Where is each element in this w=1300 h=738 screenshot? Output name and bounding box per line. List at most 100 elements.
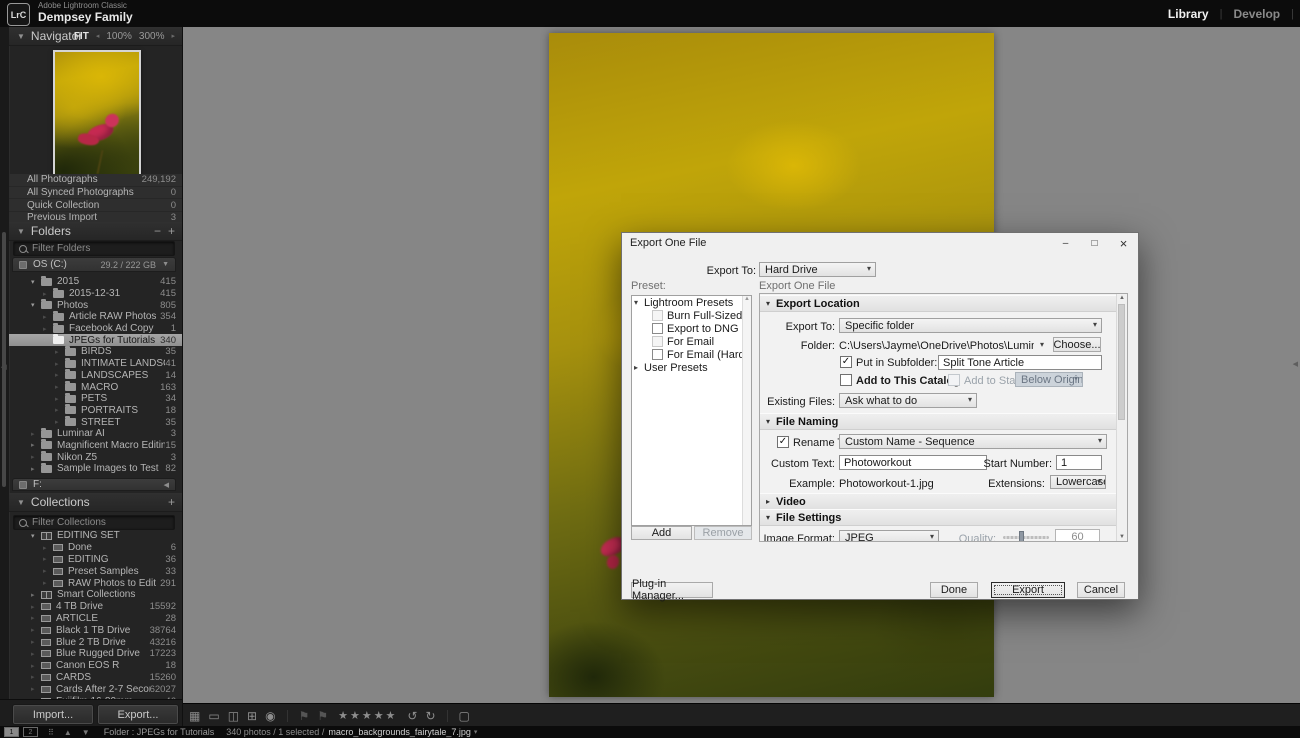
flag-pick-icon[interactable]: ⚑ xyxy=(299,710,310,722)
location-export-to-dropdown[interactable]: Specific folder ▾ xyxy=(839,318,1102,333)
zoom-300-button[interactable]: 300% xyxy=(139,31,165,42)
add-folder-icon[interactable]: + xyxy=(168,226,175,236)
folder-row[interactable]: INTIMATE LANDSCAPES41 xyxy=(9,358,182,370)
main-window-icon[interactable]: 1 xyxy=(4,727,19,737)
expand-closed-icon[interactable] xyxy=(31,465,41,473)
custom-text-input[interactable]: Photoworkout xyxy=(839,455,987,470)
preset-group-user-presets[interactable]: ▸User Presets xyxy=(632,361,751,374)
folder-row[interactable]: PORTRAITS18 xyxy=(9,405,182,417)
section-file-naming[interactable]: ▾ File Naming xyxy=(760,413,1117,430)
collection-row[interactable]: Cards After 2-7 Second Copy62027 xyxy=(9,683,182,695)
flag-reject-icon[interactable]: ⚑ xyxy=(317,710,328,722)
volume-expand-icon[interactable]: ◀ xyxy=(164,481,169,489)
volume-bar-c[interactable]: OS (C:) 29.2 / 222 GB ▼ xyxy=(12,257,176,272)
maximize-button[interactable]: □ xyxy=(1080,233,1109,253)
collection-row[interactable]: CARDS15260 xyxy=(9,672,182,684)
quality-slider-thumb[interactable] xyxy=(1019,531,1024,542)
preset-checkbox[interactable] xyxy=(652,310,663,321)
navigator-header[interactable]: ▼ Navigator FIT ◂ 100% 300% ▸ xyxy=(9,27,182,46)
rename-to-checkbox[interactable] xyxy=(777,436,789,448)
section-file-settings[interactable]: ▾ File Settings xyxy=(760,509,1117,526)
chevron-down-icon[interactable]: ▾ xyxy=(474,728,478,736)
collection-row[interactable]: ARTICLE28 xyxy=(9,613,182,625)
collection-row[interactable]: 4 TB Drive15592 xyxy=(9,601,182,613)
settings-scrollbar[interactable]: ▲ ▼ xyxy=(1116,294,1127,541)
folder-row[interactable]: Sample Images to Test82 xyxy=(9,463,182,475)
extensions-dropdown[interactable]: Lowercase ▾ xyxy=(1050,475,1106,489)
quality-input[interactable]: 60 xyxy=(1055,529,1100,542)
scroll-down-icon[interactable]: ▼ xyxy=(1117,534,1127,540)
collection-row[interactable]: Smart Collections xyxy=(9,589,182,601)
export-to-dropdown[interactable]: Hard Drive ▾ xyxy=(759,262,876,277)
collection-row[interactable]: EDITING SET xyxy=(9,530,182,542)
close-button[interactable]: × xyxy=(1109,233,1138,253)
preset-item[interactable]: Export to DNG xyxy=(632,322,751,335)
section-collapse-icon[interactable]: ▾ xyxy=(766,299,776,308)
choose-folder-button[interactable]: Choose... xyxy=(1053,337,1101,352)
filmstrip-source-label[interactable]: Folder : JPEGs for Tutorials xyxy=(104,727,215,737)
scrollbar-thumb[interactable] xyxy=(1118,304,1125,420)
grid-view-icon[interactable]: ▦ xyxy=(189,710,200,722)
collection-row[interactable]: Black 1 TB Drive38764 xyxy=(9,624,182,636)
rename-template-dropdown[interactable]: Custom Name - Sequence ▾ xyxy=(839,434,1107,449)
volume-bar-f[interactable]: F: ◀ xyxy=(12,478,176,491)
panel-collapse-icon[interactable]: ▼ xyxy=(17,498,25,507)
expand-closed-icon[interactable] xyxy=(31,591,41,599)
collection-row[interactable]: RAW Photos to Edit291 xyxy=(9,577,182,589)
import-button[interactable]: Import... xyxy=(12,704,94,725)
start-number-input[interactable]: 1 xyxy=(1056,455,1102,470)
expand-closed-icon[interactable] xyxy=(31,441,41,449)
catalog-item[interactable]: All Synced Photographs0 xyxy=(9,187,182,200)
panel-collapse-icon[interactable]: ▼ xyxy=(17,32,25,41)
scroll-up-icon[interactable]: ▲ xyxy=(1117,295,1127,301)
second-window-icon[interactable]: 2 xyxy=(23,727,38,737)
preset-group-lightroom-presets[interactable]: ▾Lightroom Presets xyxy=(632,296,751,309)
preset-item[interactable]: For Email (Hard Drive) xyxy=(632,348,751,361)
people-view-icon[interactable]: ◉ xyxy=(265,710,275,722)
collection-row[interactable]: Blue 2 TB Drive43216 xyxy=(9,636,182,648)
survey-view-icon[interactable]: ⊞ xyxy=(247,710,257,722)
quality-slider[interactable] xyxy=(1003,536,1049,539)
add-to-catalog-checkbox[interactable] xyxy=(840,374,852,386)
collection-row[interactable]: EDITING36 xyxy=(9,554,182,566)
cancel-button[interactable]: Cancel xyxy=(1077,582,1125,598)
existing-files-dropdown[interactable]: Ask what to do ▾ xyxy=(839,393,977,408)
star-rating[interactable]: ★★★★★ xyxy=(338,709,397,722)
preset-checkbox[interactable] xyxy=(652,323,663,334)
folder-row[interactable]: 2015415 xyxy=(9,276,182,288)
folder-history-icon[interactable]: ▾ xyxy=(1040,340,1044,349)
folder-row[interactable]: Nikon Z53 xyxy=(9,451,182,463)
scroll-up-icon[interactable]: ▲ xyxy=(744,296,750,302)
loupe-view-icon[interactable]: ▭ xyxy=(208,710,219,722)
filter-collections-input[interactable]: Filter Collections xyxy=(13,515,175,530)
folder-row[interactable]: BIRDS35 xyxy=(9,346,182,358)
section-video[interactable]: ▸ Video xyxy=(760,493,1117,510)
section-export-location[interactable]: ▾ Export Location xyxy=(760,295,1117,312)
collections-header[interactable]: ▼ Collections + xyxy=(9,493,182,512)
dialog-titlebar[interactable]: Export One File – □ × xyxy=(622,233,1138,253)
go-forward-icon[interactable]: ▼ xyxy=(82,728,90,737)
minimize-button[interactable]: – xyxy=(1051,233,1080,253)
export-button[interactable]: Export... xyxy=(97,704,179,725)
section-expand-icon[interactable]: ▸ xyxy=(766,497,776,506)
module-tab-develop[interactable]: Develop xyxy=(1222,7,1291,21)
compare-view-icon[interactable]: ◫ xyxy=(228,710,239,722)
collection-row[interactable]: Preset Samples33 xyxy=(9,565,182,577)
folder-row[interactable]: Facebook Ad Copy1 xyxy=(9,323,182,335)
filter-folders-input[interactable]: Filter Folders xyxy=(13,241,175,256)
folder-row[interactable]: Article RAW Photos354 xyxy=(9,311,182,323)
export-confirm-button[interactable]: Export xyxy=(991,582,1065,598)
folder-row[interactable]: LANDSCAPES14 xyxy=(9,370,182,382)
remove-folder-icon[interactable]: − xyxy=(154,226,161,236)
zoom-fit-button[interactable]: FIT xyxy=(74,31,89,42)
left-panel-scrollbar[interactable] xyxy=(2,232,6,487)
collection-row[interactable]: Canon EOS R18 xyxy=(9,660,182,672)
catalog-item[interactable]: Quick Collection0 xyxy=(9,199,182,212)
preset-checkbox[interactable] xyxy=(652,349,663,360)
expand-open-icon[interactable] xyxy=(31,532,41,540)
add-collection-icon[interactable]: + xyxy=(168,497,175,507)
volume-collapse-icon[interactable]: ▼ xyxy=(162,261,169,268)
folder-row[interactable]: 2015-12-31415 xyxy=(9,288,182,300)
catalog-item[interactable]: All Photographs249,192 xyxy=(9,174,182,187)
subfolder-input[interactable]: Split Tone Article xyxy=(938,355,1102,370)
